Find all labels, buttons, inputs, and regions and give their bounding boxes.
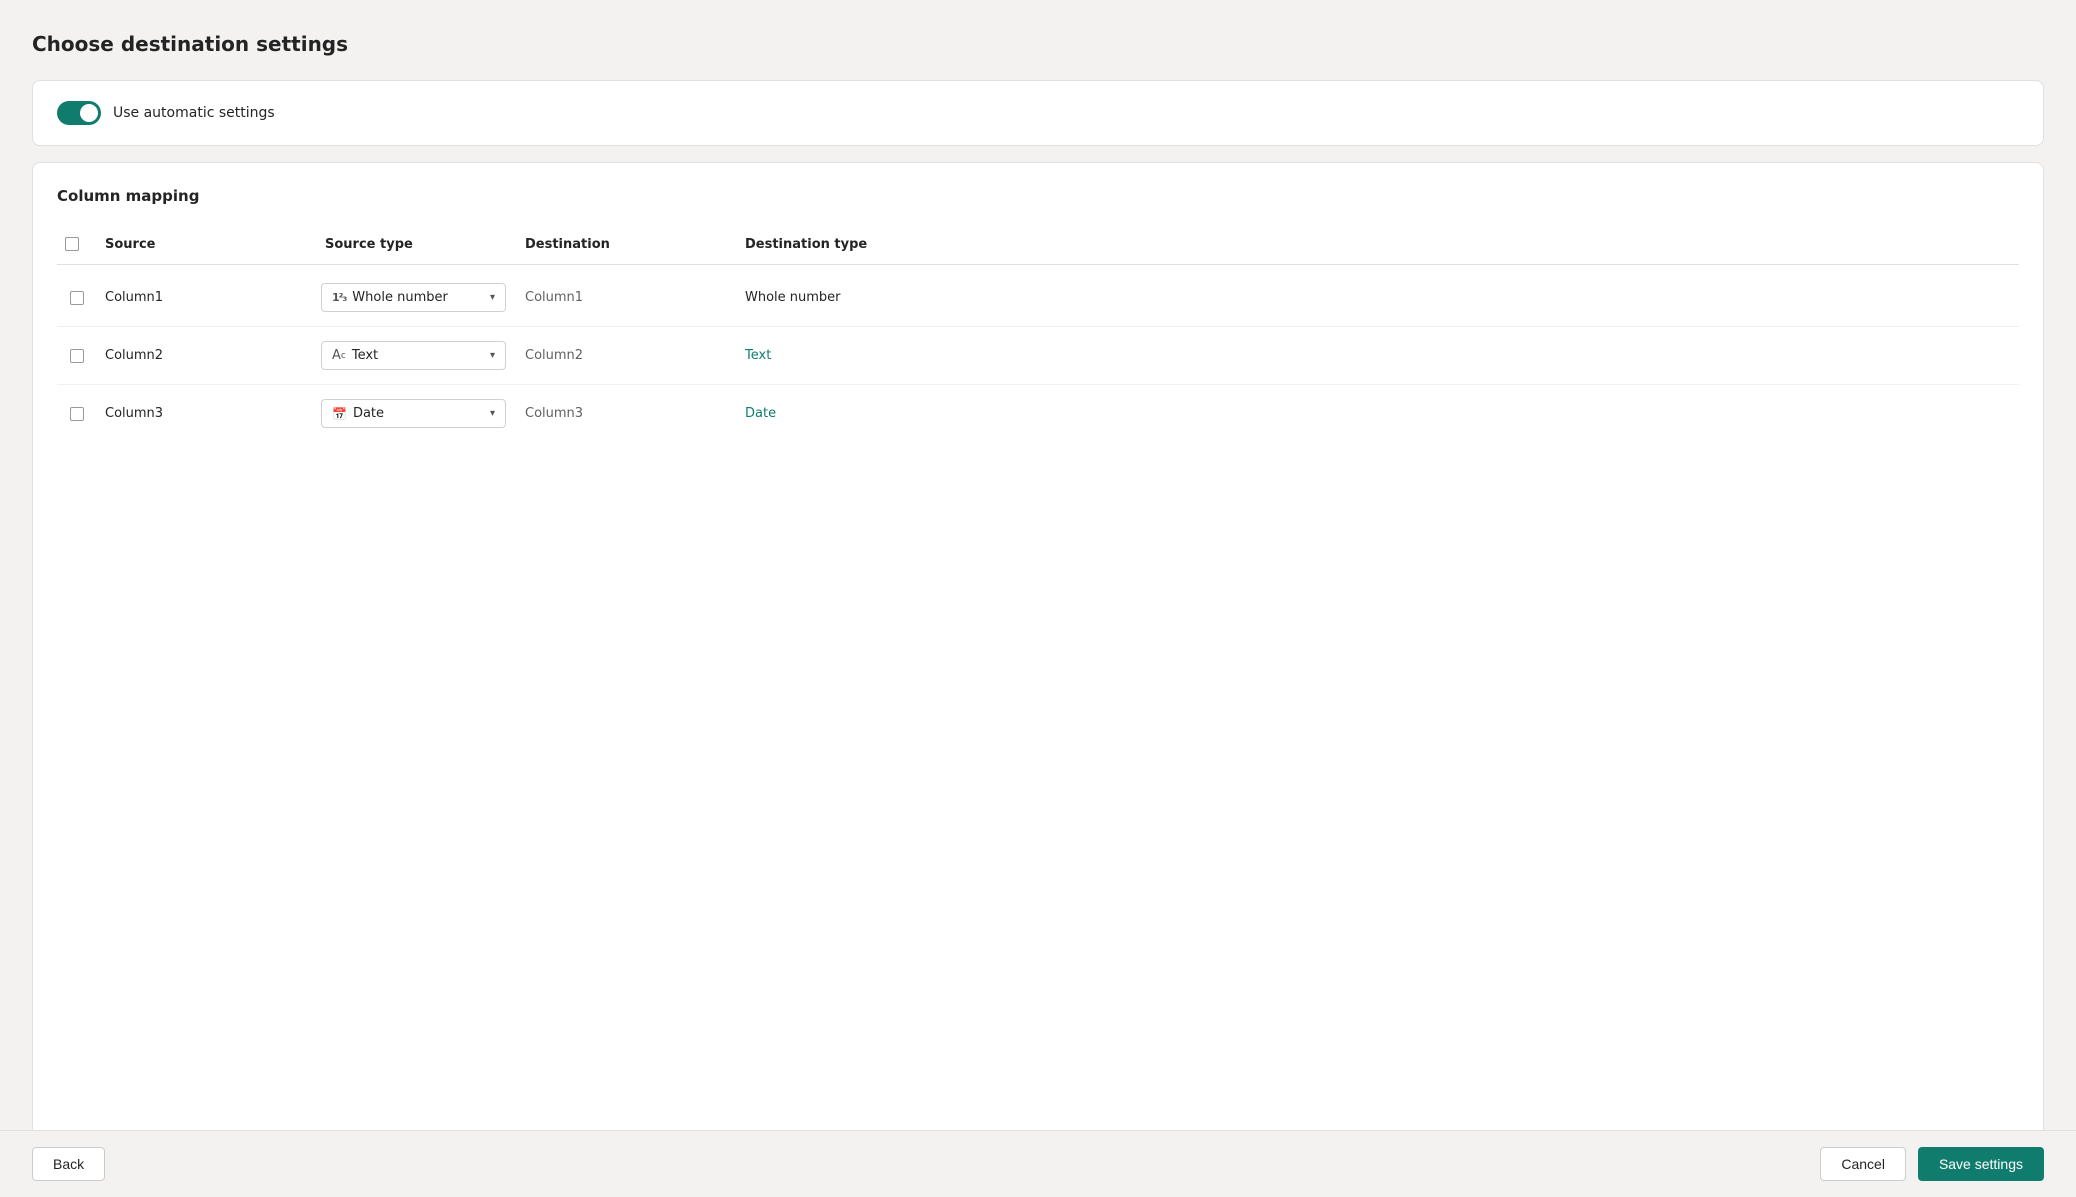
row1-dropdown-chevron: ▾ — [490, 292, 495, 303]
row1-checkbox-cell — [57, 291, 97, 305]
row2-checkbox-cell — [57, 349, 97, 363]
whole-number-icon: 1²₃ — [332, 291, 346, 304]
row3-checkbox-cell — [57, 407, 97, 421]
row1-destination: Column1 — [517, 282, 737, 313]
row2-source-type-dropdown[interactable]: Ac Text ▾ — [321, 341, 506, 370]
table-header: Source Source type Destination Destinati… — [57, 225, 2019, 265]
toggle-row: Use automatic settings — [57, 101, 2019, 125]
row1-destination-type: Whole number — [737, 282, 2019, 313]
row2-checkbox[interactable] — [70, 349, 84, 363]
save-settings-button[interactable]: Save settings — [1918, 1147, 2044, 1181]
table-row: Column1 1²₃ Whole number ▾ Column1 Whole… — [57, 269, 2019, 327]
automatic-settings-toggle[interactable] — [57, 101, 101, 125]
text-type-icon: Ac — [332, 348, 346, 363]
header-destination-type: Destination type — [737, 233, 2019, 256]
header-destination: Destination — [517, 233, 737, 256]
cancel-button[interactable]: Cancel — [1820, 1147, 1906, 1181]
row3-source-type-cell: 📅 Date ▾ — [317, 391, 517, 436]
row3-source-type-label: Date — [353, 406, 484, 421]
toggle-label: Use automatic settings — [113, 105, 275, 121]
row1-source-type-label: Whole number — [352, 290, 484, 305]
table-row: Column3 📅 Date ▾ Column3 Date — [57, 385, 2019, 442]
row3-destination: Column3 — [517, 398, 737, 429]
header-source: Source — [97, 233, 317, 256]
back-button[interactable]: Back — [32, 1147, 105, 1181]
row3-source: Column3 — [97, 398, 317, 429]
row1-source-type-cell: 1²₃ Whole number ▾ — [317, 275, 517, 320]
row2-source-type-cell: Ac Text ▾ — [317, 333, 517, 378]
footer-right-actions: Cancel Save settings — [1820, 1147, 2044, 1181]
row3-dropdown-chevron: ▾ — [490, 408, 495, 419]
row2-destination: Column2 — [517, 340, 737, 371]
header-source-type: Source type — [317, 233, 517, 256]
row1-source-type-dropdown[interactable]: 1²₃ Whole number ▾ — [321, 283, 506, 312]
row2-dropdown-chevron: ▾ — [490, 350, 495, 361]
row3-checkbox[interactable] — [70, 407, 84, 421]
row1-checkbox[interactable] — [70, 291, 84, 305]
section-title: Column mapping — [57, 187, 2019, 205]
column-mapping-card: Column mapping Source Source type Destin… — [32, 162, 2044, 1165]
automatic-settings-card: Use automatic settings — [32, 80, 2044, 146]
table-row: Column2 Ac Text ▾ Column2 Text — [57, 327, 2019, 385]
row3-destination-type: Date — [737, 398, 2019, 429]
row2-source-type-label: Text — [352, 348, 484, 363]
row1-source: Column1 — [97, 282, 317, 313]
page-title: Choose destination settings — [32, 32, 2044, 56]
row2-destination-type: Text — [737, 340, 2019, 371]
header-checkbox-cell — [57, 233, 97, 256]
row2-source: Column2 — [97, 340, 317, 371]
footer: Back Cancel Save settings — [0, 1130, 2076, 1197]
select-all-checkbox[interactable] — [65, 237, 79, 251]
date-type-icon: 📅 — [332, 407, 347, 421]
row3-source-type-dropdown[interactable]: 📅 Date ▾ — [321, 399, 506, 428]
